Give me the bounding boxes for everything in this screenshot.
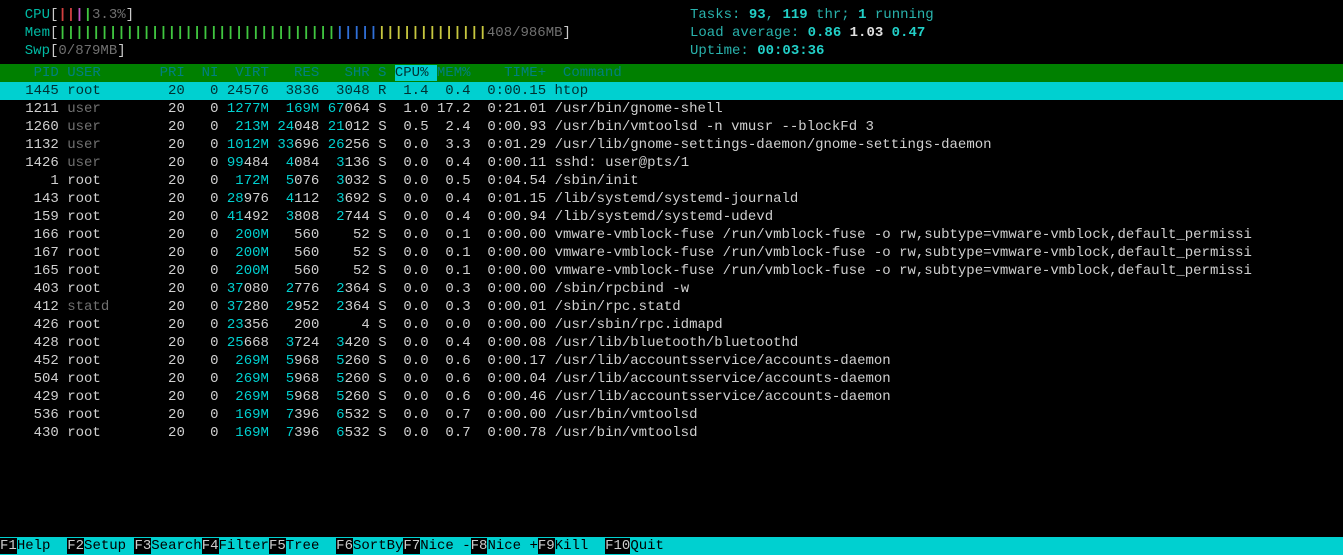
fkey-F8[interactable]: F8 — [471, 538, 488, 554]
fkey-F5[interactable]: F5 — [269, 538, 286, 554]
faction-F4[interactable]: Filter — [219, 538, 269, 554]
fkey-F10[interactable]: F10 — [605, 538, 630, 554]
faction-F7[interactable]: Nice - — [420, 538, 470, 554]
faction-F9[interactable]: Kill — [555, 538, 605, 554]
fkey-F2[interactable]: F2 — [67, 538, 84, 554]
fkey-F1[interactable]: F1 — [0, 538, 17, 554]
uptime-line: Uptime: 00:03:36 — [690, 42, 934, 60]
process-row[interactable]: 412 statd 20 0 37280 2952 2364 S 0.0 0.3… — [0, 298, 1343, 316]
process-row[interactable]: 165 root 20 0 200M 560 52 S 0.0 0.1 0:00… — [0, 262, 1343, 280]
fkey-F6[interactable]: F6 — [336, 538, 353, 554]
cpu-meter: CPU[|||| 3.3%] — [0, 6, 1343, 24]
tasks-line: Tasks: 93, 119 thr; 1 running — [690, 6, 934, 24]
mem-label: Mem — [0, 24, 50, 42]
fkey-F3[interactable]: F3 — [134, 538, 151, 554]
faction-F5[interactable]: Tree — [286, 538, 336, 554]
process-row[interactable]: 1445 root 20 0 24576 3836 3048 R 1.4 0.4… — [0, 82, 1343, 100]
faction-F6[interactable]: SortBy — [353, 538, 403, 554]
faction-F3[interactable]: Search — [151, 538, 201, 554]
mem-meter: Mem[||||||||||||||||||||||||||||||||||||… — [0, 24, 1343, 42]
faction-F2[interactable]: Setup — [84, 538, 134, 554]
fkey-F9[interactable]: F9 — [538, 538, 555, 554]
fkey-F4[interactable]: F4 — [202, 538, 219, 554]
process-row[interactable]: 426 root 20 0 23356 200 4 S 0.0 0.0 0:00… — [0, 316, 1343, 334]
process-row[interactable]: 428 root 20 0 25668 3724 3420 S 0.0 0.4 … — [0, 334, 1343, 352]
process-row[interactable]: 166 root 20 0 200M 560 52 S 0.0 0.1 0:00… — [0, 226, 1343, 244]
process-row[interactable]: 167 root 20 0 200M 560 52 S 0.0 0.1 0:00… — [0, 244, 1343, 262]
process-row[interactable]: 452 root 20 0 269M 5968 5260 S 0.0 0.6 0… — [0, 352, 1343, 370]
system-info: Tasks: 93, 119 thr; 1 running Load avera… — [690, 6, 934, 60]
procs-header[interactable]: PID USER PRI NI VIRT RES SHR S CPU% MEM%… — [0, 64, 1343, 82]
mem-bar: ||||||||||||||||||||||||||||||||||||||||… — [58, 24, 486, 42]
process-row[interactable]: 430 root 20 0 169M 7396 6532 S 0.0 0.7 0… — [0, 424, 1343, 442]
resource-meters: CPU[|||| 3.3%] Mem[|||||||||||||||||||||… — [0, 0, 1343, 64]
process-row[interactable]: 504 root 20 0 269M 5968 5260 S 0.0 0.6 0… — [0, 370, 1343, 388]
faction-F10[interactable]: Quit — [630, 538, 680, 554]
process-row[interactable]: 1260 user 20 0 213M 24048 21012 S 0.5 2.… — [0, 118, 1343, 136]
fkey-F7[interactable]: F7 — [403, 538, 420, 554]
process-row[interactable]: 1132 user 20 0 1012M 33696 26256 S 0.0 3… — [0, 136, 1343, 154]
swp-meter: Swp[ 0/879MB] — [0, 42, 1343, 60]
process-row[interactable]: 1 root 20 0 172M 5076 3032 S 0.0 0.5 0:0… — [0, 172, 1343, 190]
process-row[interactable]: 1211 user 20 0 1277M 169M 67064 S 1.0 17… — [0, 100, 1343, 118]
load-line: Load average: 0.86 1.03 0.47 — [690, 24, 934, 42]
process-row[interactable]: 159 root 20 0 41492 3808 2744 S 0.0 0.4 … — [0, 208, 1343, 226]
process-row[interactable]: 143 root 20 0 28976 4112 3692 S 0.0 0.4 … — [0, 190, 1343, 208]
process-row[interactable]: 1426 user 20 0 99484 4084 3136 S 0.0 0.4… — [0, 154, 1343, 172]
process-row[interactable]: 536 root 20 0 169M 7396 6532 S 0.0 0.7 0… — [0, 406, 1343, 424]
cpu-value: 3.3% — [92, 6, 126, 24]
swp-value: 0/879MB — [58, 42, 117, 60]
process-table[interactable]: 1445 root 20 0 24576 3836 3048 R 1.4 0.4… — [0, 82, 1343, 442]
faction-F1[interactable]: Help — [17, 538, 67, 554]
process-row[interactable]: 429 root 20 0 269M 5968 5260 S 0.0 0.6 0… — [0, 388, 1343, 406]
swp-label: Swp — [0, 42, 50, 60]
cpu-bar: |||| — [58, 6, 92, 24]
process-row[interactable]: 403 root 20 0 37080 2776 2364 S 0.0 0.3 … — [0, 280, 1343, 298]
mem-value: 408/986MB — [487, 24, 563, 42]
cpu-label: CPU — [0, 6, 50, 24]
function-key-bar[interactable]: F1Help F2Setup F3SearchF4FilterF5Tree F6… — [0, 537, 1343, 555]
faction-F8[interactable]: Nice + — [487, 538, 537, 554]
